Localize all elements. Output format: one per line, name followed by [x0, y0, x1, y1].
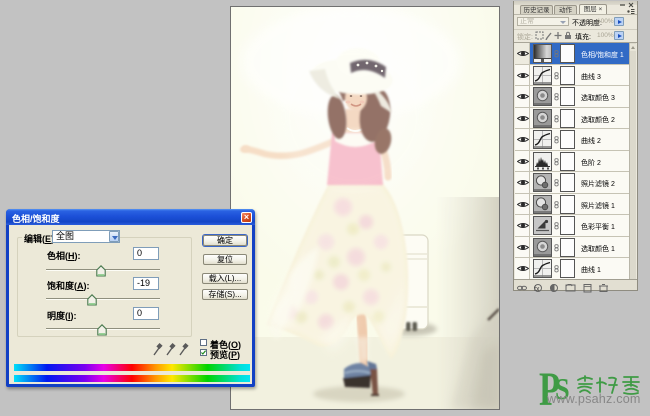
svg-text:fx: fx — [534, 286, 540, 293]
